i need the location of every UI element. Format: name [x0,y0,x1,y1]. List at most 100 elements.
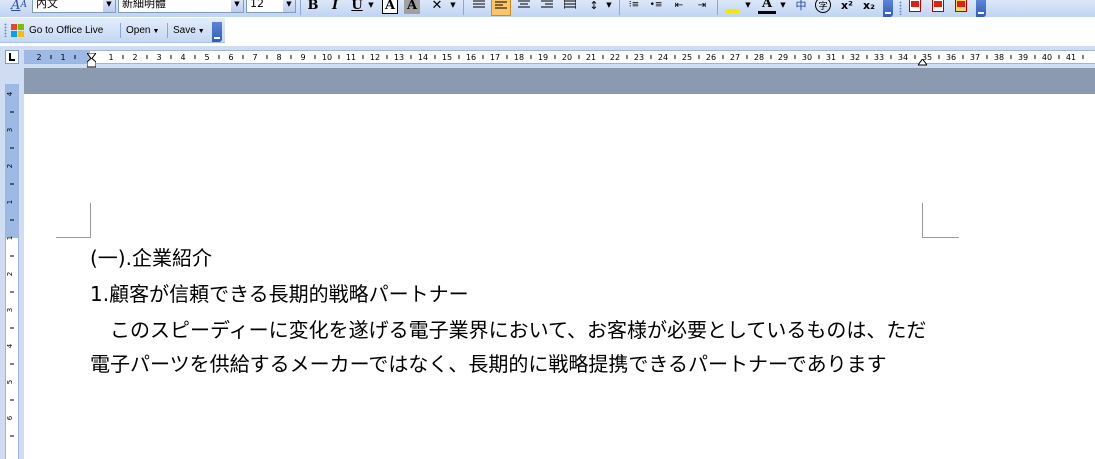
vertical-ruler-ticks: 4 3 2 1 1 2 3 4 5 6 [6,91,14,437]
increase-indent-icon[interactable]: ⇥ [693,0,711,14]
toolbar-grip[interactable] [899,1,902,15]
styles-icon[interactable]: AA [8,0,30,14]
document-heading[interactable]: (一).企業紹介 [90,246,212,270]
pdf-review-icon[interactable] [952,0,970,14]
ruler-number: 29 [778,53,788,62]
toolbar-options-button[interactable] [883,0,893,17]
numbered-list-icon[interactable]: ⁝≡ [625,0,643,14]
toolbar-separator [120,23,121,38]
italic-button[interactable]: I [327,0,343,14]
align-center-icon[interactable] [515,0,533,14]
font-combo[interactable]: 新細明體 ▼ [118,0,244,13]
chevron-down-icon[interactable]: ▼ [231,0,243,12]
underline-button[interactable]: U [349,0,365,14]
margin-corner-top-left [56,203,91,238]
first-line-indent-marker[interactable] [86,49,97,60]
toolbar-empty-area [225,18,1095,43]
ruler-number: 31 [826,53,836,62]
hanging-indent-marker[interactable] [86,57,97,68]
ruler-number: 5 [204,53,209,62]
tab-stop-selector[interactable] [5,50,19,64]
align-right-icon[interactable] [538,0,556,14]
font-color-button[interactable]: A [758,0,776,14]
underline-label: U [351,0,363,13]
ruler-number: 9 [300,53,305,62]
document-page[interactable]: (一).企業紹介 1.顧客が信頼できる長期的戦略パートナー このスピーディーに変… [24,94,1095,459]
ruler-number: 2 [132,53,137,62]
document-paragraph-line-2[interactable]: 電子パーツを供給するメーカーではなく、長期的に戦略提携できるパートナーであります [90,352,887,376]
superscript-button[interactable]: x² [838,0,856,14]
style-combo-value: 內文 [36,0,58,10]
chevron-down-icon[interactable]: ▼ [778,0,788,14]
character-border-button[interactable]: A [382,0,398,14]
align-left-icon[interactable] [491,0,511,16]
ruler-number: 36 [946,53,956,62]
vertical-ruler[interactable]: 4 3 2 1 1 2 3 4 5 6 [5,84,19,459]
character-scaling-icon[interactable]: ✕ [428,0,446,14]
ruler-number: 3 [156,53,161,62]
chevron-down-icon[interactable]: ▼ [743,0,753,14]
decrease-indent-icon[interactable]: ⇤ [670,0,688,14]
ruler-number: 32 [850,53,860,62]
document-paragraph-line-1[interactable]: このスピーディーに変化を遂げる電子業界において、お客様が必要としているものは、た… [90,318,926,342]
ruler-number: 18 [514,53,524,62]
formatting-toolbar: AA 內文 ▼ 新細明體 ▼ 12 ▼ B I U ▼ A A ✕ ▼ ↕ ▼ … [0,0,1095,17]
pdf-convert-icon[interactable] [929,0,947,14]
bullet-list-icon[interactable]: •≡ [647,0,665,14]
office-live-icon [11,23,25,38]
bold-label: B [307,0,319,13]
ruler-number: 14 [418,53,428,62]
ruler-number: 40 [1042,53,1052,62]
ruler-number: 4 [180,53,185,62]
document-subheading[interactable]: 1.顧客が信頼できる長期的戦略パートナー [90,282,469,306]
ruler-number: 25 [682,53,692,62]
ruler-number: 1 [60,53,65,62]
ruler-number: 1 [108,53,113,62]
chevron-down-icon[interactable]: ▼ [448,0,458,14]
subscript-button[interactable]: x₂ [860,0,878,14]
italic-label: I [331,0,339,13]
font-size-combo[interactable]: 12 ▼ [246,0,296,13]
superscript-label: x² [841,0,853,12]
ruler-number: 26 [706,53,716,62]
toolbar-separator [619,0,620,15]
ruler-number: 15 [442,53,452,62]
pdf-icon[interactable] [906,0,924,14]
enclose-characters-button[interactable]: 字 [815,0,831,13]
align-justify-icon[interactable] [470,0,488,14]
toolbar-options-button[interactable] [212,22,222,42]
ruler-number: 27 [730,53,740,62]
char-border-label: A [384,0,396,13]
ruler-number: 22 [610,53,620,62]
phonetic-guide-button[interactable]: 中 [792,0,810,14]
toolbar-grip[interactable] [4,23,7,37]
vertical-ruler-number: 2 [6,164,14,168]
ruler-number: 16 [466,53,476,62]
chevron-down-icon[interactable]: ▼ [366,0,376,14]
toolbar-options-button[interactable] [976,0,986,17]
chevron-down-icon[interactable]: ▼ [283,0,295,12]
ruler-number: 6 [228,53,233,62]
horizontal-ruler[interactable]: 2 1 1 2 3 4 5 6 7 8 9 10 11 12 13 14 15 16 17 18 19 20 21 22 23 2… [24,50,1095,64]
open-label: Open [126,25,151,36]
office-live-toolbar: Go to Office Live Open ▼ Save ▼ [0,18,225,43]
distributed-align-icon[interactable] [561,0,579,14]
go-to-office-live-button[interactable]: Go to Office Live [11,22,103,39]
ruler-number: 37 [970,53,980,62]
vertical-ruler-number: 3 [6,128,14,132]
go-to-office-live-label: Go to Office Live [29,25,104,36]
save-button[interactable]: Save ▼ [173,22,205,39]
vertical-ruler-number: 3 [6,308,14,312]
ruler-number: 17 [490,53,500,62]
bold-button[interactable]: B [305,0,321,14]
vertical-ruler-number: 4 [6,91,14,96]
character-shading-button[interactable]: A [404,0,420,14]
chevron-down-icon[interactable]: ▼ [103,0,115,12]
right-indent-marker[interactable] [917,56,928,66]
style-combo[interactable]: 內文 ▼ [32,0,116,13]
line-spacing-icon[interactable]: ↕ [585,0,603,14]
ruler-number: 41 [1066,53,1076,62]
highlight-icon[interactable] [723,0,741,14]
open-button[interactable]: Open ▼ [126,22,159,39]
chevron-down-icon[interactable]: ▼ [604,0,614,14]
